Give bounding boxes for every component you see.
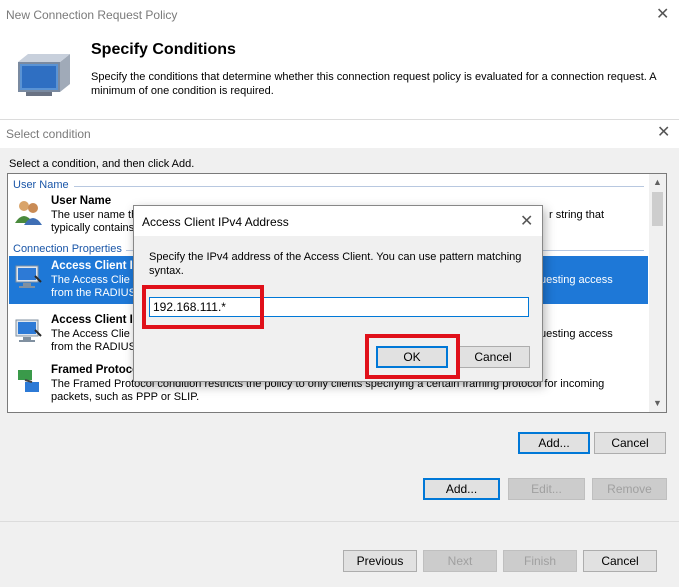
- condition-description-tail: r string that: [549, 209, 605, 221]
- conditions-add-button[interactable]: Add...: [423, 478, 500, 500]
- select-condition-cancel-button[interactable]: Cancel: [594, 432, 666, 454]
- select-condition-titlebar: Select condition ✕: [0, 120, 679, 148]
- network-policy-icon: [18, 54, 70, 96]
- select-condition-close-icon[interactable]: ✕: [657, 125, 670, 141]
- wizard-cancel-button[interactable]: Cancel: [583, 550, 657, 572]
- scroll-thumb[interactable]: [652, 192, 663, 226]
- outer-titlebar: New Connection Request Policy ✕: [0, 0, 679, 30]
- condition-description-tail: uesting access: [540, 274, 613, 286]
- network-cable-icon: [18, 370, 39, 392]
- select-condition-instruction: Select a condition, and then click Add.: [9, 158, 195, 170]
- scroll-down-icon[interactable]: ▼: [653, 398, 662, 408]
- group-header-connection-properties: Connection Properties: [13, 243, 122, 255]
- group-header-user-name: User Name: [13, 179, 69, 191]
- users-icon: [15, 201, 42, 225]
- page-description: Specify the conditions that determine wh…: [91, 71, 657, 97]
- outer-window-title: New Connection Request Policy: [6, 8, 178, 22]
- previous-button[interactable]: Previous: [343, 550, 417, 572]
- ipv4-dialog-close-icon[interactable]: ✕: [520, 214, 533, 230]
- computer-network-icon: [15, 265, 42, 288]
- ipv4-cancel-button[interactable]: Cancel: [456, 346, 530, 368]
- select-condition-title: Select condition: [6, 127, 91, 141]
- conditions-edit-button[interactable]: Edit...: [508, 478, 585, 500]
- condition-name: User Name: [51, 195, 112, 207]
- annotation-highlight-ok-button: [365, 334, 460, 379]
- next-button[interactable]: Next: [423, 550, 497, 572]
- condition-name: Access Client I: [51, 314, 133, 326]
- scroll-up-icon[interactable]: ▲: [653, 177, 662, 187]
- ipv4-dialog-title: Access Client IPv4 Address: [142, 215, 289, 229]
- footer-divider: [0, 521, 679, 522]
- finish-button[interactable]: Finish: [503, 550, 577, 572]
- annotation-highlight-ip-field: [142, 285, 264, 329]
- condition-list-scrollbar[interactable]: ▲ ▼: [649, 174, 666, 412]
- wizard-header: Specify Conditions Specify the condition…: [0, 30, 679, 120]
- outer-close-icon[interactable]: ✕: [656, 7, 669, 23]
- condition-description-tail: uesting access: [540, 328, 613, 340]
- page-title: Specify Conditions: [91, 41, 236, 58]
- select-condition-add-button[interactable]: Add...: [518, 432, 590, 454]
- group-divider: [74, 186, 644, 187]
- conditions-remove-button[interactable]: Remove: [592, 478, 667, 500]
- ipv4-dialog-titlebar: Access Client IPv4 Address ✕: [134, 206, 542, 236]
- computer-network-icon: [15, 319, 42, 342]
- condition-name: Framed Protoco: [51, 364, 140, 376]
- condition-name: Access Client I: [51, 260, 133, 272]
- ipv4-dialog-description: Specify the IPv4 address of the Access C…: [149, 251, 522, 277]
